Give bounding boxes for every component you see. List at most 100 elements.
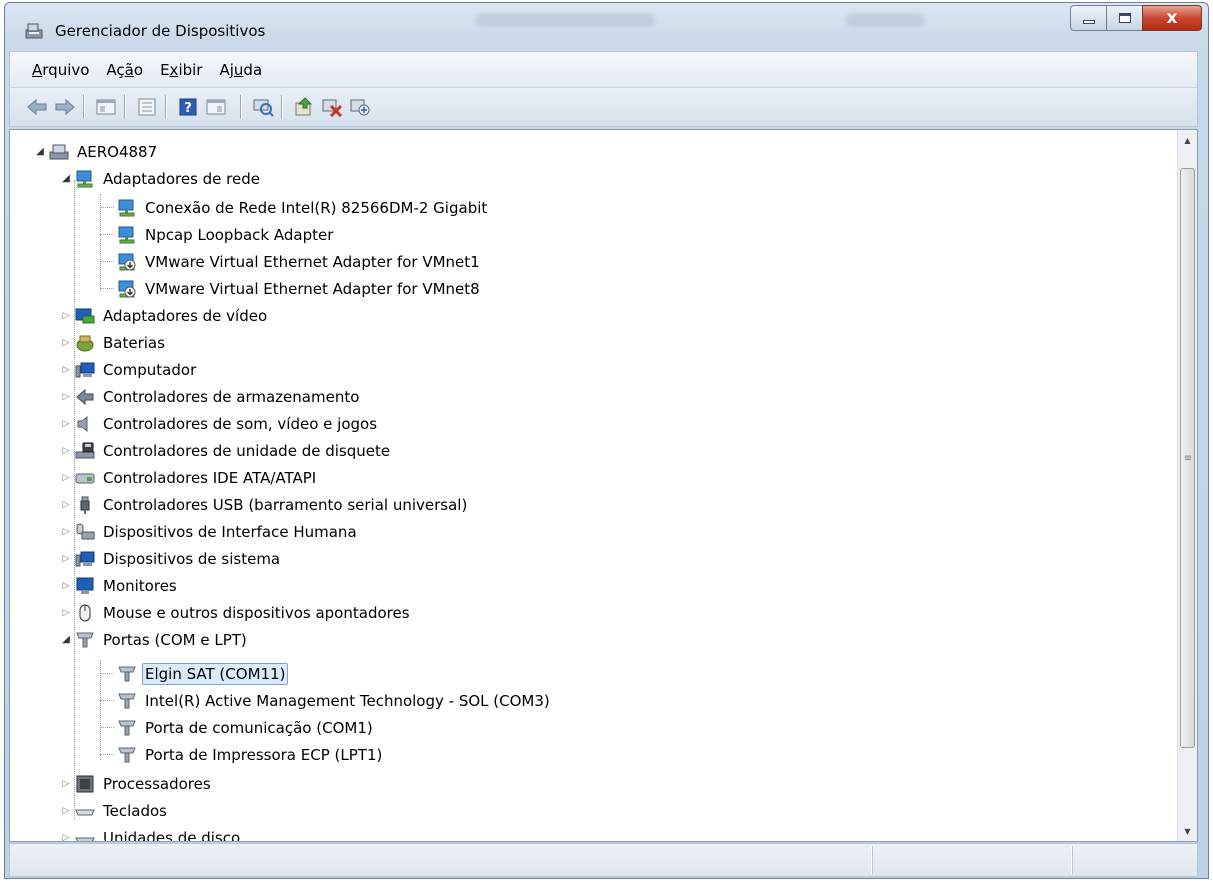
tree-branch: [100, 288, 114, 289]
device-item[interactable]: Porta de comunicação (COM1): [116, 714, 376, 741]
console-tree-button[interactable]: [204, 96, 228, 118]
mouse-icon: [79, 604, 91, 621]
vertical-scrollbar[interactable]: ▲ ≡ ▼: [1177, 130, 1197, 841]
menu-acao[interactable]: Ação: [106, 61, 143, 79]
collapse-icon[interactable]: ◢: [60, 634, 72, 646]
toolbar-separator: [240, 95, 241, 119]
category-label: Adaptadores de vídeo: [103, 306, 268, 325]
category-keyboards[interactable]: ▷ Teclados: [63, 797, 170, 824]
device-tree[interactable]: ◢ AERO4887 ◢ Adaptadores de rede Conexão…: [10, 130, 1178, 841]
expand-icon[interactable]: ▷: [60, 310, 72, 322]
device-manager-icon: [25, 23, 43, 39]
tree-branch: [100, 261, 114, 262]
help-button[interactable]: ?: [176, 96, 200, 118]
device-item[interactable]: Intel(R) Active Management Technology - …: [116, 687, 553, 714]
expand-icon[interactable]: ▷: [60, 472, 72, 484]
collapse-icon[interactable]: ◢: [34, 146, 46, 158]
device-item[interactable]: Npcap Loopback Adapter: [116, 221, 336, 248]
minimize-button[interactable]: [1070, 5, 1106, 31]
category-label: Dispositivos de Interface Humana: [103, 522, 357, 541]
title-ghost-text-2: [845, 13, 925, 27]
device-item-selected[interactable]: Elgin SAT (COM11): [116, 660, 289, 687]
category-disk-drives[interactable]: ▷ Unidades de disco: [63, 824, 243, 841]
status-pane: [872, 846, 1072, 874]
disable-button[interactable]: [348, 96, 372, 118]
battery-icon: [76, 335, 94, 351]
scan-hardware-button[interactable]: [251, 96, 275, 118]
computer-icon: [75, 362, 95, 377]
show-hide-button[interactable]: [135, 96, 159, 118]
category-storage-controllers[interactable]: ▷ Controladores de armazenamento: [63, 383, 362, 410]
expand-icon[interactable]: ▷: [60, 445, 72, 457]
category-network-adapters[interactable]: ◢ Adaptadores de rede: [62, 165, 263, 192]
menu-exibir[interactable]: Exibir: [160, 61, 202, 79]
expand-icon[interactable]: ▷: [60, 805, 72, 817]
scroll-up-arrow[interactable]: ▲: [1178, 130, 1197, 150]
category-batteries[interactable]: ▷ Baterias: [63, 329, 168, 356]
category-system-devices[interactable]: ▷ Dispositivos de sistema: [63, 545, 283, 572]
window-controls: x: [1070, 5, 1202, 33]
device-label: Npcap Loopback Adapter: [145, 225, 334, 244]
status-bar: [9, 843, 1198, 877]
device-item[interactable]: VMware Virtual Ethernet Adapter for VMne…: [116, 275, 483, 302]
expand-icon[interactable]: ▷: [60, 499, 72, 511]
menu-arquivo[interactable]: Arquivo: [32, 61, 89, 79]
forward-icon: [55, 98, 75, 116]
category-hid[interactable]: ▷ Dispositivos de Interface Humana: [63, 518, 360, 545]
tree-branch: [100, 673, 114, 674]
network-adapter-icon: [118, 199, 135, 216]
category-computer[interactable]: ▷ Computador: [63, 356, 199, 383]
expand-icon[interactable]: ▷: [60, 337, 72, 349]
display-adapter-icon: [75, 308, 95, 323]
disk-drive-icon: [75, 837, 95, 841]
category-sound[interactable]: ▷ Controladores de som, vídeo e jogos: [63, 410, 380, 437]
expand-icon[interactable]: ▷: [60, 364, 72, 376]
close-button[interactable]: x: [1142, 5, 1202, 31]
help-icon: ?: [179, 98, 197, 116]
category-ide-controllers[interactable]: ▷ Controladores IDE ATA/ATAPI: [63, 464, 319, 491]
forward-button[interactable]: [53, 96, 77, 118]
expand-icon[interactable]: ▷: [60, 580, 72, 592]
back-button[interactable]: [25, 96, 49, 118]
device-item[interactable]: Porta de Impressora ECP (LPT1): [116, 741, 385, 768]
expand-icon[interactable]: ▷: [60, 778, 72, 790]
console-tree-icon: [206, 99, 226, 115]
category-video-adapters[interactable]: ▷ Adaptadores de vídeo: [63, 302, 270, 329]
properties-view-button[interactable]: [94, 96, 118, 118]
toolbar-separator: [165, 95, 166, 119]
keyboard-icon: [75, 809, 95, 815]
title-bar[interactable]: Gerenciador de Dispositivos x: [5, 3, 1208, 49]
device-item[interactable]: VMware Virtual Ethernet Adapter for VMne…: [116, 248, 483, 275]
toolbar-separator: [281, 95, 282, 119]
root-label: AERO4887: [77, 142, 158, 161]
menu-ajuda[interactable]: Ajuda: [219, 61, 262, 79]
category-ports[interactable]: ◢ Portas (COM e LPT): [62, 626, 250, 653]
scroll-down-arrow[interactable]: ▼: [1178, 821, 1197, 841]
category-label: Processadores: [103, 774, 211, 793]
tree-root[interactable]: ◢ AERO4887: [36, 138, 160, 165]
category-processors[interactable]: ▷ Processadores: [63, 770, 214, 797]
category-floppy-controllers[interactable]: ▷ Controladores de unidade de disquete: [63, 437, 393, 464]
device-item[interactable]: Conexão de Rede Intel(R) 82566DM-2 Gigab…: [116, 194, 490, 221]
expand-icon[interactable]: ▷: [60, 391, 72, 403]
update-driver-button[interactable]: [292, 96, 316, 118]
scroll-thumb[interactable]: ≡: [1180, 168, 1195, 748]
expand-icon[interactable]: ▷: [60, 418, 72, 430]
expand-icon[interactable]: ▷: [60, 553, 72, 565]
maximize-button[interactable]: [1106, 5, 1142, 31]
category-usb[interactable]: ▷ Controladores USB (barramento serial u…: [63, 491, 470, 518]
tree-branch: [100, 727, 114, 728]
category-monitors[interactable]: ▷ Monitores: [63, 572, 180, 599]
collapse-icon[interactable]: ◢: [60, 173, 72, 185]
category-label: Monitores: [103, 576, 177, 595]
category-label: Mouse e outros dispositivos apontadores: [103, 603, 410, 622]
expand-icon[interactable]: ▷: [60, 607, 72, 619]
toolbar-separator: [83, 95, 84, 119]
category-mouse[interactable]: ▷ Mouse e outros dispositivos apontadore…: [63, 599, 413, 626]
uninstall-button[interactable]: [320, 96, 344, 118]
expand-icon[interactable]: ▷: [60, 526, 72, 538]
device-label: Intel(R) Active Management Technology - …: [145, 691, 550, 710]
expand-icon[interactable]: ▷: [60, 832, 72, 842]
computer-root-icon: [49, 144, 69, 159]
disable-icon: [350, 99, 370, 116]
